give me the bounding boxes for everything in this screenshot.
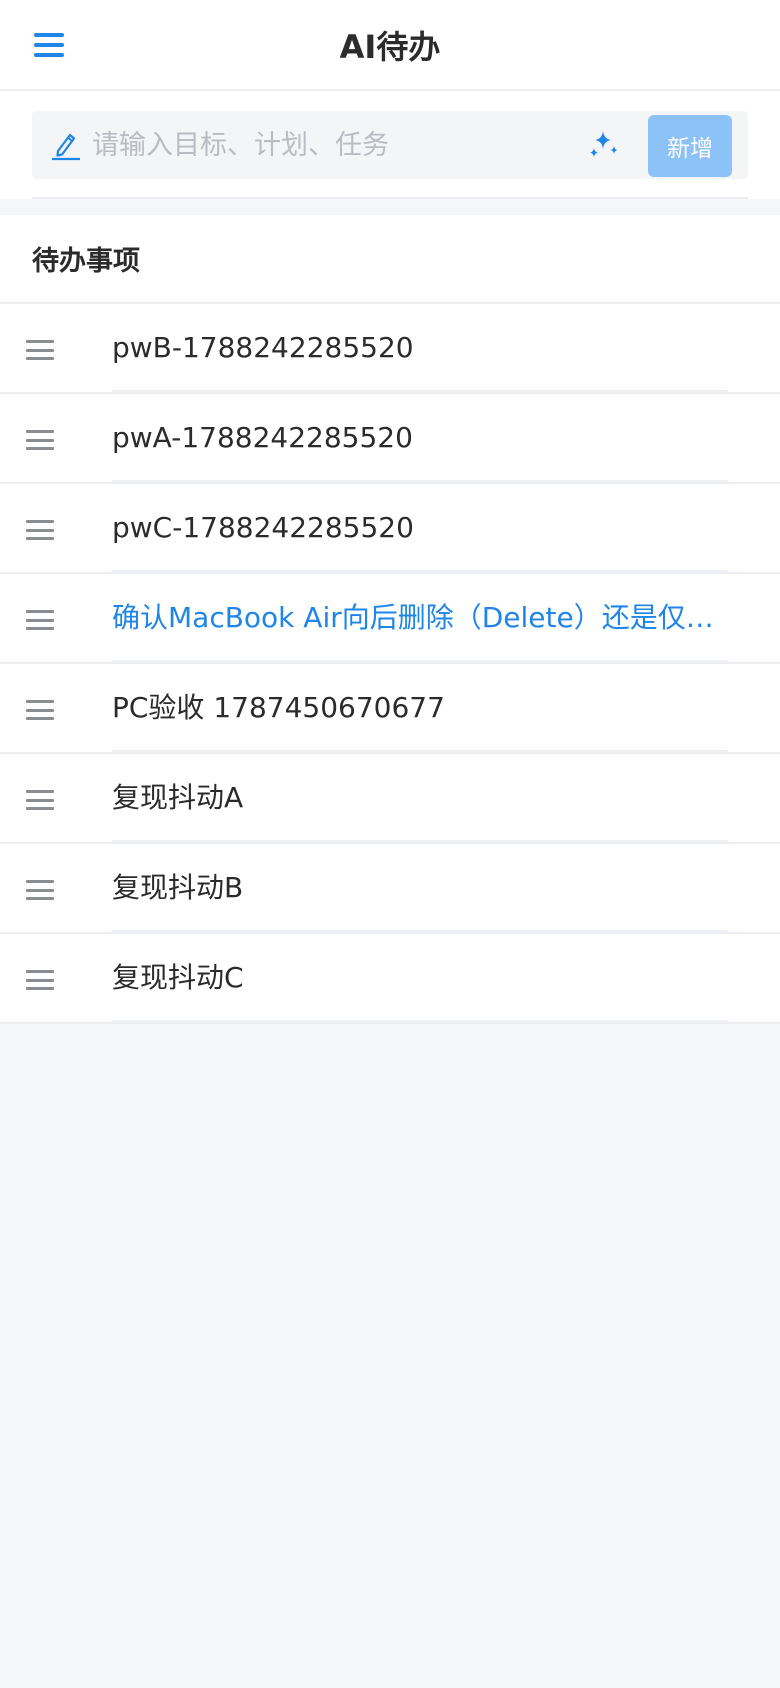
drag-handle-icon[interactable] <box>26 610 54 630</box>
menu-icon[interactable] <box>34 30 64 60</box>
divider <box>32 197 748 199</box>
page-title: AI待办 <box>339 27 441 66</box>
drag-handle-icon[interactable] <box>26 430 54 450</box>
todo-item[interactable]: pwC-1788242285520 <box>0 484 780 574</box>
ai-sparkle-icon[interactable] <box>586 127 622 163</box>
todo-item-text[interactable]: 复现抖动B <box>112 844 728 932</box>
drag-handle-icon[interactable] <box>26 340 54 360</box>
todo-list: pwB-1788242285520 pwA-1788242285520 pwC-17… <box>0 304 780 1024</box>
section-gap <box>0 199 780 215</box>
todo-item[interactable]: 复现抖动B <box>0 844 780 934</box>
pencil-icon <box>52 133 80 161</box>
drag-handle-icon[interactable] <box>26 700 54 720</box>
add-button[interactable]: 新增 <box>648 115 732 177</box>
todo-item-text[interactable]: 复现抖动A <box>112 754 728 842</box>
drag-handle-icon[interactable] <box>26 970 54 990</box>
task-input-bar: 新增 <box>32 111 748 179</box>
todo-item-text[interactable]: 确认MacBook Air向后删除（Delete）还是仅支持退格 <box>112 574 728 662</box>
todo-item[interactable]: PC验收 1787450670677 <box>0 664 780 754</box>
todo-item[interactable]: 确认MacBook Air向后删除（Delete）还是仅支持退格 <box>0 574 780 664</box>
todo-item[interactable]: 复现抖动C <box>0 934 780 1024</box>
todo-item-text[interactable]: pwC-1788242285520 <box>112 484 728 572</box>
todo-item[interactable]: pwB-1788242285520 <box>0 304 780 394</box>
todo-item-text[interactable]: 复现抖动C <box>112 934 728 1022</box>
todo-item[interactable]: 复现抖动A <box>0 754 780 844</box>
drag-handle-icon[interactable] <box>26 790 54 810</box>
app-header: AI待办 <box>0 0 780 91</box>
input-section: 新增 <box>0 91 780 199</box>
todo-item-text[interactable]: pwA-1788242285520 <box>112 394 728 482</box>
todo-list-section: 待办事项 pwB-1788242285520 pwA-1788242285520 p… <box>0 215 780 1024</box>
todo-item[interactable]: pwA-1788242285520 <box>0 394 780 484</box>
section-title: 待办事项 <box>0 215 780 304</box>
todo-item-text[interactable]: pwB-1788242285520 <box>112 304 728 392</box>
drag-handle-icon[interactable] <box>26 520 54 540</box>
todo-item-text[interactable]: PC验收 1787450670677 <box>112 664 728 752</box>
task-input[interactable] <box>92 111 592 179</box>
drag-handle-icon[interactable] <box>26 880 54 900</box>
